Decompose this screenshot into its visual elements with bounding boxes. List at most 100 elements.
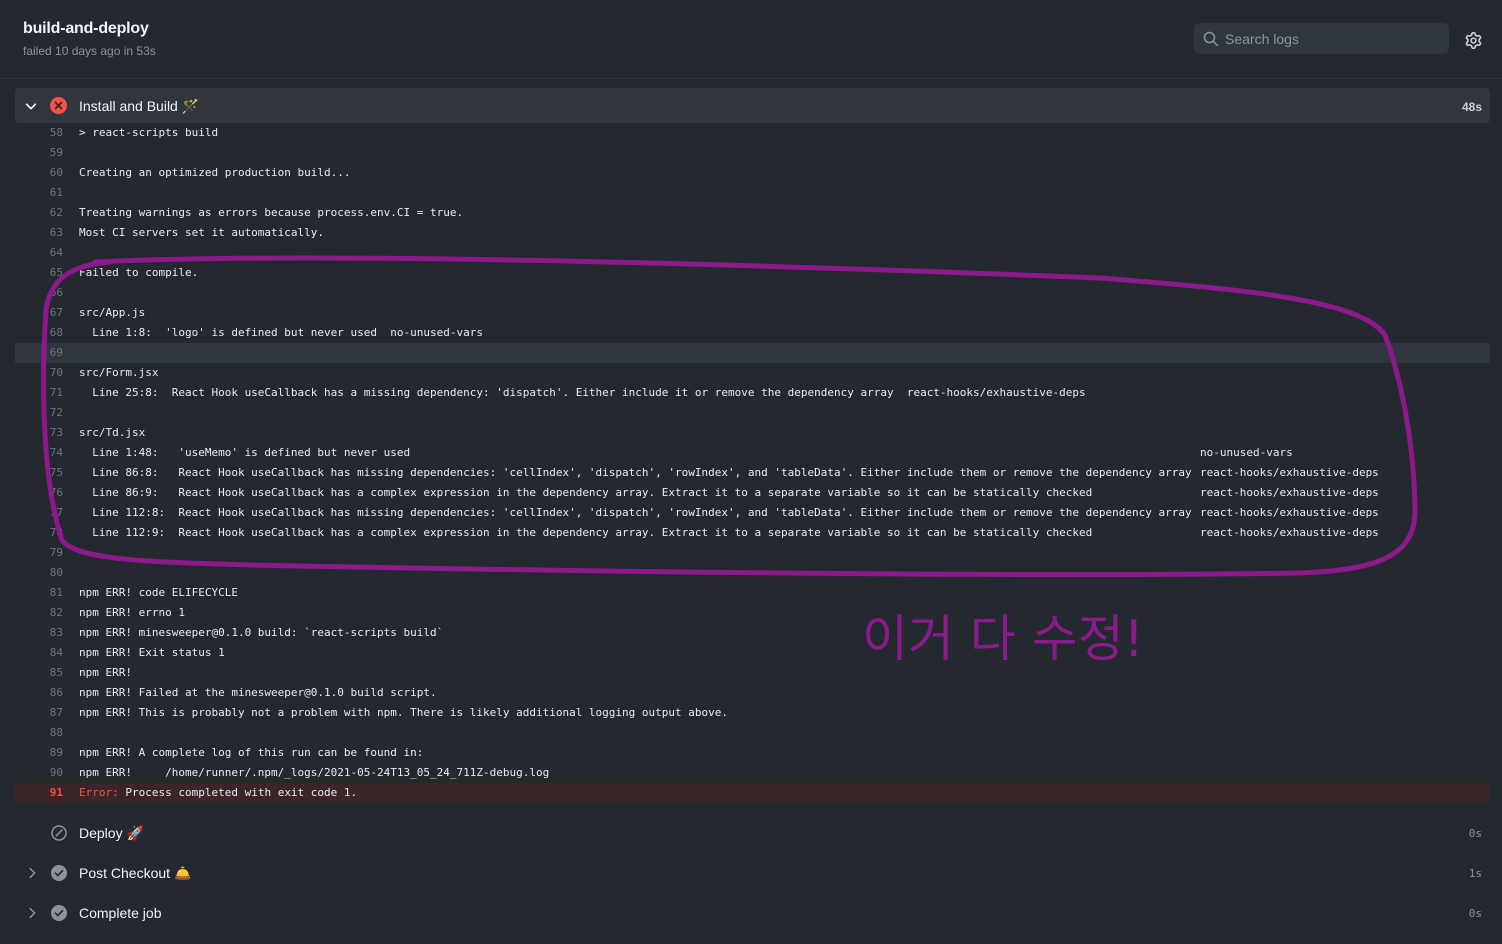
line-number[interactable]: 63	[15, 223, 63, 243]
log-line: 79	[15, 543, 1490, 563]
search-box[interactable]	[1194, 23, 1449, 54]
line-number[interactable]: 58	[15, 123, 63, 143]
search-input[interactable]	[1225, 24, 1440, 53]
line-number[interactable]: 87	[15, 703, 63, 723]
step-complete-job[interactable]: Complete job 0s	[15, 893, 1490, 933]
log-line: 87 npm ERR! This is probably not a proble…	[15, 703, 1490, 723]
log-text: npm ERR! Failed at the minesweeper@0.1.0…	[79, 686, 437, 699]
lint-rule: react-hooks/exhaustive-deps	[1200, 526, 1379, 539]
search-icon	[1203, 31, 1219, 47]
line-number[interactable]: 70	[15, 363, 63, 383]
log-line: 60 Creating an optimized production build…	[15, 163, 1490, 183]
line-number[interactable]: 64	[15, 243, 63, 263]
lint-rule: no-unused-vars	[1200, 446, 1293, 459]
line-number[interactable]: 62	[15, 203, 63, 223]
log-line: 69	[15, 343, 1490, 363]
line-number[interactable]: 77	[15, 503, 63, 523]
line-number[interactable]: 66	[15, 283, 63, 303]
log-line: 71 Line 25:8: React Hook useCallback has…	[15, 383, 1490, 403]
line-number[interactable]: 73	[15, 423, 63, 443]
chevron-down-icon[interactable]	[24, 99, 38, 113]
chevron-right-icon[interactable]	[25, 866, 39, 880]
log-line: 66	[15, 283, 1490, 303]
line-number[interactable]: 85	[15, 663, 63, 683]
log-text: npm ERR! /home/runner/.npm/_logs/2021-05…	[79, 766, 550, 779]
log-text: Line 1:8: 'logo' is defined but never us…	[79, 326, 483, 339]
line-number[interactable]: 84	[15, 643, 63, 663]
log-text: > react-scripts build	[79, 126, 219, 139]
job-title: build-and-deploy	[23, 20, 149, 37]
log-line: 89 npm ERR! A complete log of this run ca…	[15, 743, 1490, 763]
log-text: Creating an optimized production build..…	[79, 166, 351, 179]
log-line: 75 Line 86:8: React Hook useCallback has…	[15, 463, 1490, 483]
log-text: Line 1:48: 'useMemo' is defined but neve…	[79, 446, 411, 459]
log-line: 78 Line 112:9: React Hook useCallback ha…	[15, 523, 1490, 543]
gear-icon[interactable]	[1465, 32, 1482, 49]
line-number[interactable]: 69	[15, 343, 63, 363]
log-text: Line 112:8: React Hook useCallback has m…	[79, 506, 1192, 519]
line-number[interactable]: 67	[15, 303, 63, 323]
log-text: Treating warnings as errors because proc…	[79, 206, 464, 219]
step-duration: 48s	[1461, 100, 1482, 114]
job-status: failed 10 days ago in 53s	[23, 44, 156, 58]
log-text: Failed to compile.	[79, 266, 199, 279]
line-number[interactable]: 80	[15, 563, 63, 583]
line-number[interactable]: 76	[15, 483, 63, 503]
log-line: 70 src/Form.jsx	[15, 363, 1490, 383]
log-line: 82 npm ERR! errno 1	[15, 603, 1490, 623]
line-number[interactable]: 59	[15, 143, 63, 163]
line-number[interactable]: 86	[15, 683, 63, 703]
log-text: Most CI servers set it automatically.	[79, 226, 325, 239]
step-install-and-build[interactable]: Install and Build 🪄 48s	[15, 88, 1490, 123]
log-text: src/App.js	[79, 306, 146, 319]
line-number[interactable]: 61	[15, 183, 63, 203]
log-line: 74 Line 1:48: 'useMemo' is defined but n…	[15, 443, 1490, 463]
step-title: Post Checkout 🛎️	[79, 865, 192, 881]
line-number[interactable]: 60	[15, 163, 63, 183]
log-line: 83 npm ERR! minesweeper@0.1.0 build: `rea…	[15, 623, 1490, 643]
error-icon	[50, 97, 67, 114]
line-number[interactable]: 90	[15, 763, 63, 783]
step-deploy[interactable]: Deploy 🚀 0s	[15, 813, 1490, 853]
log-text: npm ERR! minesweeper@0.1.0 build: `react…	[79, 626, 444, 639]
log-line: 62 Treating warnings as errors because pr…	[15, 203, 1490, 223]
step-title: Complete job	[79, 905, 162, 921]
line-number[interactable]: 78	[15, 523, 63, 543]
check-circle-icon	[51, 865, 67, 881]
line-number[interactable]: 68	[15, 323, 63, 343]
log-text: npm ERR! code ELIFECYCLE	[79, 586, 238, 599]
line-number[interactable]: 81	[15, 583, 63, 603]
skipped-icon	[51, 825, 67, 841]
log-line: 65 Failed to compile.	[15, 263, 1490, 283]
line-number[interactable]: 83	[15, 623, 63, 643]
line-number[interactable]: 71	[15, 383, 63, 403]
line-number[interactable]: 74	[15, 443, 63, 463]
line-number[interactable]: 72	[15, 403, 63, 423]
log-line: 64	[15, 243, 1490, 263]
line-number[interactable]: 75	[15, 463, 63, 483]
step-title: Install and Build 🪄	[79, 98, 200, 114]
step-post-checkout[interactable]: Post Checkout 🛎️ 1s	[15, 853, 1490, 893]
line-number[interactable]: 79	[15, 543, 63, 563]
log-text: Line 86:9: React Hook useCallback has a …	[79, 486, 1093, 499]
log-text: npm ERR! A complete log of this run can …	[79, 746, 424, 759]
log-line: 84 npm ERR! Exit status 1	[15, 643, 1490, 663]
line-number[interactable]: 91	[15, 783, 63, 803]
log-text: src/Td.jsx	[79, 426, 146, 439]
chevron-right-icon[interactable]	[25, 906, 39, 920]
log-line: 85 npm ERR!	[15, 663, 1490, 683]
log-text: Error: Process completed with exit code …	[79, 783, 357, 803]
log-text: npm ERR! errno 1	[79, 606, 185, 619]
line-number[interactable]: 82	[15, 603, 63, 623]
check-circle-icon	[51, 905, 67, 921]
log-line: 76 Line 86:9: React Hook useCallback has…	[15, 483, 1490, 503]
line-number[interactable]: 65	[15, 263, 63, 283]
line-number[interactable]: 89	[15, 743, 63, 763]
log-line: 77 Line 112:8: React Hook useCallback ha…	[15, 503, 1490, 523]
job-header: build-and-deploy failed 10 days ago in 5…	[0, 0, 1502, 79]
error-prefix: Error:	[79, 786, 119, 799]
error-message: Process completed with exit code 1.	[118, 786, 358, 799]
line-number[interactable]: 88	[15, 723, 63, 743]
log-line: 58 > react-scripts build	[15, 123, 1490, 143]
step-title: Deploy 🚀	[79, 825, 144, 841]
